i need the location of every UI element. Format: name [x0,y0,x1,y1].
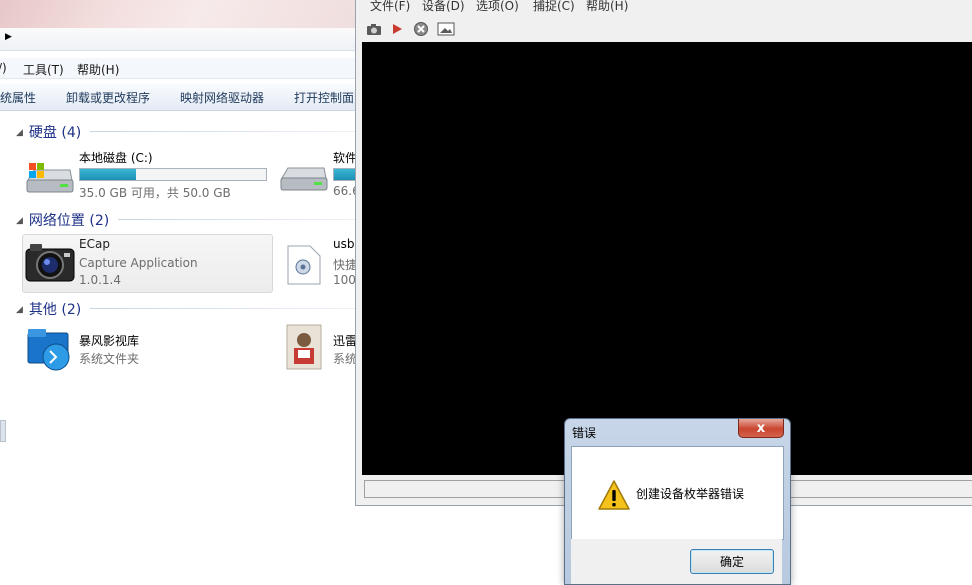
menu-options[interactable]: 选项(O) [476,0,519,14]
network-item-version: 100 [333,273,356,287]
collapse-triangle-icon[interactable]: ◢ [16,128,23,138]
other-item-name: 暴风影视库 [79,334,140,348]
other-item-type: 系统文件夹 [79,352,140,366]
breadcrumb-arrow-icon[interactable]: ▶ [5,32,12,42]
explorer-menubar: /) 工具(T) 帮助(H) [0,58,356,79]
network-item-desc: 快捷 [333,258,356,272]
menu-capture[interactable]: 捕捉(C) [533,0,575,14]
media-library-icon [27,329,70,371]
command-bar: 统属性 卸载或更改程序 映射网络驱动器 打开控制面 [0,84,356,111]
dialog-close-button[interactable]: x [738,419,784,438]
group-divider [118,219,356,220]
menu-help[interactable]: 帮助(H) [586,0,628,14]
stop-icon[interactable] [412,20,430,38]
drive-usage-bar [333,168,356,181]
address-bar[interactable]: ▶ [0,28,356,51]
network-item-version: 1.0.1.4 [79,273,121,287]
explorer-titlebar [0,0,356,28]
network-item-desc: Capture Application [79,256,198,270]
menu-device[interactable]: 设备(D) [422,0,465,14]
shortcut-file-icon [287,245,321,285]
dialog-footer: 确定 [571,539,782,584]
collapse-triangle-icon[interactable]: ◢ [16,305,23,315]
map-network-drive-button[interactable]: 映射网络驱动器 [180,89,264,106]
dialog-body: 创建设备枚举器错误 [571,446,784,540]
ecap-menubar: 文件(F) 设备(D) 选项(O) 捕捉(C) 帮助(H) [356,0,972,14]
thumbnail-image-icon [286,324,322,370]
group-divider [90,308,356,309]
group-label: 硬盘 (4) [28,125,82,141]
close-icon: x [756,420,766,436]
group-header-hard-disks[interactable]: ◢ 硬盘 (4) [16,122,81,142]
video-preview-area[interactable] [362,42,972,475]
play-icon[interactable] [388,20,406,38]
open-control-panel-button[interactable]: 打开控制面 [294,89,354,106]
network-item-name: ECap [79,237,110,251]
group-header-network[interactable]: ◢ 网络位置 (2) [16,210,109,230]
explorer-window: ▶ /) 工具(T) 帮助(H) 统属性 卸载或更改程序 映射网络驱动器 打开控… [0,0,356,577]
ok-button[interactable]: 确定 [690,549,774,574]
camera-app-icon [25,244,75,282]
camera-icon[interactable] [365,20,383,38]
picture-icon[interactable] [437,20,455,38]
drive-space-text: 35.0 GB 可用，共 50.0 GB [79,186,231,200]
menu-file[interactable]: 文件(F) [370,0,410,14]
warning-icon [598,480,630,510]
group-label: 网络位置 (2) [28,213,110,229]
hard-drive-windows-icon [26,163,74,193]
network-item-name: usb [333,237,355,251]
hard-drive-icon [280,167,328,191]
drive-space-text: 66.6 [333,184,356,198]
collapse-triangle-icon[interactable]: ◢ [16,216,23,226]
menu-help[interactable]: 帮助(H) [77,61,119,78]
group-header-other[interactable]: ◢ 其他 (2) [16,299,81,319]
system-properties-button[interactable]: 统属性 [0,89,36,106]
dialog-message: 创建设备枚举器错误 [636,487,745,501]
drive-name: 软件 [333,151,356,165]
ecap-toolbar [356,16,972,42]
dialog-title: 错误 [572,426,597,440]
group-divider [90,131,356,132]
drive-name: 本地磁盘 (C:) [79,151,153,165]
error-dialog: 错误 x 创建设备枚举器错误 确定 [564,418,791,585]
nav-pane-scroll-edge[interactable] [0,420,6,442]
menu-view[interactable]: /) [0,61,7,75]
menu-tools[interactable]: 工具(T) [23,61,64,78]
group-label: 其他 (2) [28,302,82,318]
drive-usage-bar [79,168,267,181]
other-item-name: 迅雷 [333,334,356,348]
uninstall-program-button[interactable]: 卸载或更改程序 [66,89,150,106]
other-item-type: 系统 [333,352,356,366]
